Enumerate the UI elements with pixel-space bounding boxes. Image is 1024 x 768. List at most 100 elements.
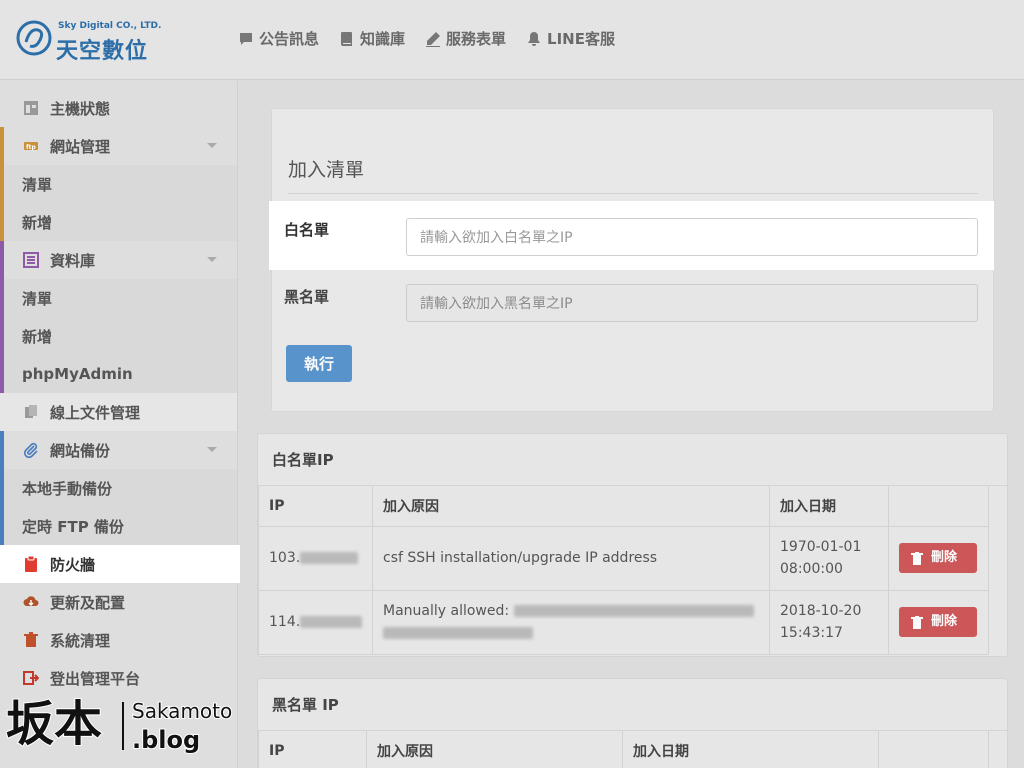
nav-knowledge-base[interactable]: 知識庫 — [339, 28, 405, 49]
time-value: 15:43:17 — [780, 625, 843, 641]
sidebar-item-site-management[interactable]: ftp 網站管理 — [0, 127, 237, 165]
sidebar-item-db-list[interactable]: 清單 — [0, 279, 237, 317]
database-list-icon — [22, 251, 40, 269]
nav-label: 知識庫 — [360, 30, 406, 48]
date-value: 2018-10-20 — [780, 603, 862, 619]
brand-company: Sky Digital CO., LTD. — [58, 21, 162, 31]
sidebar-item-label: 防火牆 — [50, 555, 96, 574]
sidebar-item-host-status[interactable]: 主機狀態 — [0, 89, 237, 127]
trash-icon — [911, 615, 923, 629]
sidebar-item-label: 系統清理 — [50, 631, 111, 650]
table-header-row: IP 加入原因 加入日期 — [258, 486, 989, 527]
execute-button[interactable]: 執行 — [286, 345, 352, 382]
nav-line-support[interactable]: LINE客服 — [526, 28, 615, 49]
date-cell: 1970-01-01 08:00:00 — [769, 525, 889, 591]
nav-label: 公告訊息 — [259, 30, 320, 48]
redacted-ip — [300, 616, 363, 628]
blacklist-table: IP 加入原因 加入日期 — [258, 731, 989, 768]
sidebar-item-phpmyadmin[interactable]: phpMyAdmin — [0, 355, 237, 393]
delete-label: 刪除 — [931, 614, 958, 629]
table-header-row: IP 加入原因 加入日期 — [258, 731, 989, 768]
sidebar-item-file-manager[interactable]: 線上文件管理 — [0, 393, 237, 431]
sidebar-item-database[interactable]: 資料庫 — [0, 241, 237, 279]
sidebar-item-cleanup[interactable]: 系統清理 — [0, 621, 237, 659]
nav-announcements[interactable]: 公告訊息 — [238, 28, 319, 49]
action-cell: 刪除 — [888, 589, 989, 655]
sidebar-item-site-add[interactable]: 新增 — [0, 203, 237, 241]
sidebar-item-label: 新增 — [22, 327, 53, 346]
whitelist-table-card: 白名單IP IP 加入原因 加入日期 103. csf SSH installa… — [257, 433, 1008, 657]
column-header-actions — [888, 486, 989, 527]
sidebar-item-update[interactable]: 更新及配置 — [0, 583, 237, 621]
blacklist-table-card: 黑名單 IP IP 加入原因 加入日期 — [257, 678, 1008, 768]
pencil-icon — [426, 31, 441, 47]
logo-mark-icon — [16, 20, 52, 56]
table-row: 114. Manually allowed: 2018-10-20 15:43:1… — [258, 589, 989, 655]
whitelist-table: IP 加入原因 加入日期 103. csf SSH installation/u… — [258, 486, 989, 655]
chevron-down-icon — [207, 257, 217, 262]
reason-cell: csf SSH installation/upgrade IP address — [372, 525, 770, 591]
table-row: 103. csf SSH installation/upgrade IP add… — [258, 525, 989, 591]
sidebar-item-db-add[interactable]: 新增 — [0, 317, 237, 355]
bell-icon — [528, 31, 541, 46]
sidebar-item-local-backup[interactable]: 本地手動備份 — [0, 469, 237, 507]
ip-prefix: 114. — [269, 614, 301, 630]
ip-prefix: 103. — [269, 550, 301, 566]
action-cell: 刪除 — [888, 525, 989, 591]
sidebar-item-site-list[interactable]: 清單 — [0, 165, 237, 203]
chevron-down-icon — [207, 143, 217, 148]
redacted-ip — [300, 552, 359, 564]
whitelist-label: 白名單 — [284, 221, 330, 239]
top-header: Sky Digital CO., LTD. 天空數位 公告訊息 知識庫 服務表單… — [0, 0, 1024, 80]
redacted-text — [513, 605, 754, 617]
blacklist-table-title: 黑名單 IP — [258, 679, 1007, 731]
brand-logo[interactable]: Sky Digital CO., LTD. 天空數位 — [16, 18, 166, 64]
time-value: 08:00:00 — [780, 561, 843, 577]
date-cell: 2018-10-20 15:43:17 — [769, 589, 889, 655]
sidebar-item-label: 網站管理 — [50, 137, 111, 156]
sidebar-item-label: 更新及配置 — [50, 593, 126, 612]
sidebar-item-label: 線上文件管理 — [50, 403, 141, 422]
ip-cell: 103. — [258, 525, 373, 591]
sidebar-item-label: 本地手動備份 — [22, 479, 113, 498]
nav-label: LINE客服 — [547, 30, 615, 48]
sidebar-item-label: 主機狀態 — [50, 99, 111, 118]
delete-button[interactable]: 刪除 — [899, 543, 977, 573]
sakamoto-blog-watermark: 坂本 Sakamoto .blog — [6, 695, 233, 755]
delete-button[interactable]: 刪除 — [899, 607, 977, 637]
redacted-text — [383, 627, 533, 639]
sidebar-item-label: 網站備份 — [50, 441, 111, 460]
chat-icon — [240, 32, 252, 45]
paperclip-icon — [22, 441, 40, 459]
card-title: 加入清單 — [288, 159, 365, 181]
reason-text: Manually allowed: — [383, 603, 510, 619]
sidebar-item-firewall[interactable]: 防火牆 — [0, 545, 240, 583]
sidebar: 主機狀態 ftp 網站管理 清單 新增 資料庫 清單 新增 phpMyAdmin… — [0, 81, 240, 768]
column-header-actions — [878, 731, 989, 768]
sidebar-item-label: 新增 — [22, 213, 53, 232]
chevron-down-icon — [207, 447, 217, 452]
blacklist-ip-input[interactable]: 請輸入欲加入黑名單之IP — [406, 284, 978, 322]
sidebar-item-ftp-backup[interactable]: 定時 FTP 備份 — [0, 507, 237, 545]
date-value: 1970-01-01 — [780, 539, 862, 555]
whitelist-ip-input[interactable]: 請輸入欲加入白名單之IP — [406, 218, 978, 256]
sidebar-item-backup[interactable]: 網站備份 — [0, 431, 237, 469]
nav-label: 服務表單 — [446, 30, 507, 48]
nav-service-form[interactable]: 服務表單 — [425, 28, 506, 49]
svg-text:ftp: ftp — [26, 144, 36, 151]
watermark-cn: 坂本 — [6, 696, 102, 752]
watermark-blog: .blog — [132, 726, 200, 754]
ip-cell: 114. — [258, 589, 373, 655]
watermark-en: Sakamoto — [132, 699, 232, 723]
column-header-date: 加入日期 — [769, 486, 889, 527]
trash-icon — [911, 551, 923, 565]
sidebar-item-label: phpMyAdmin — [22, 365, 133, 383]
dashboard-icon — [22, 99, 40, 117]
trash-icon — [22, 631, 40, 649]
sidebar-item-label: 資料庫 — [50, 251, 96, 270]
ftp-site-icon: ftp — [22, 137, 40, 155]
clipboard-icon — [22, 555, 40, 573]
reason-cell: Manually allowed: — [372, 589, 770, 655]
column-header-ip: IP — [258, 731, 367, 768]
top-nav: 公告訊息 知識庫 服務表單 LINE客服 — [238, 28, 615, 49]
